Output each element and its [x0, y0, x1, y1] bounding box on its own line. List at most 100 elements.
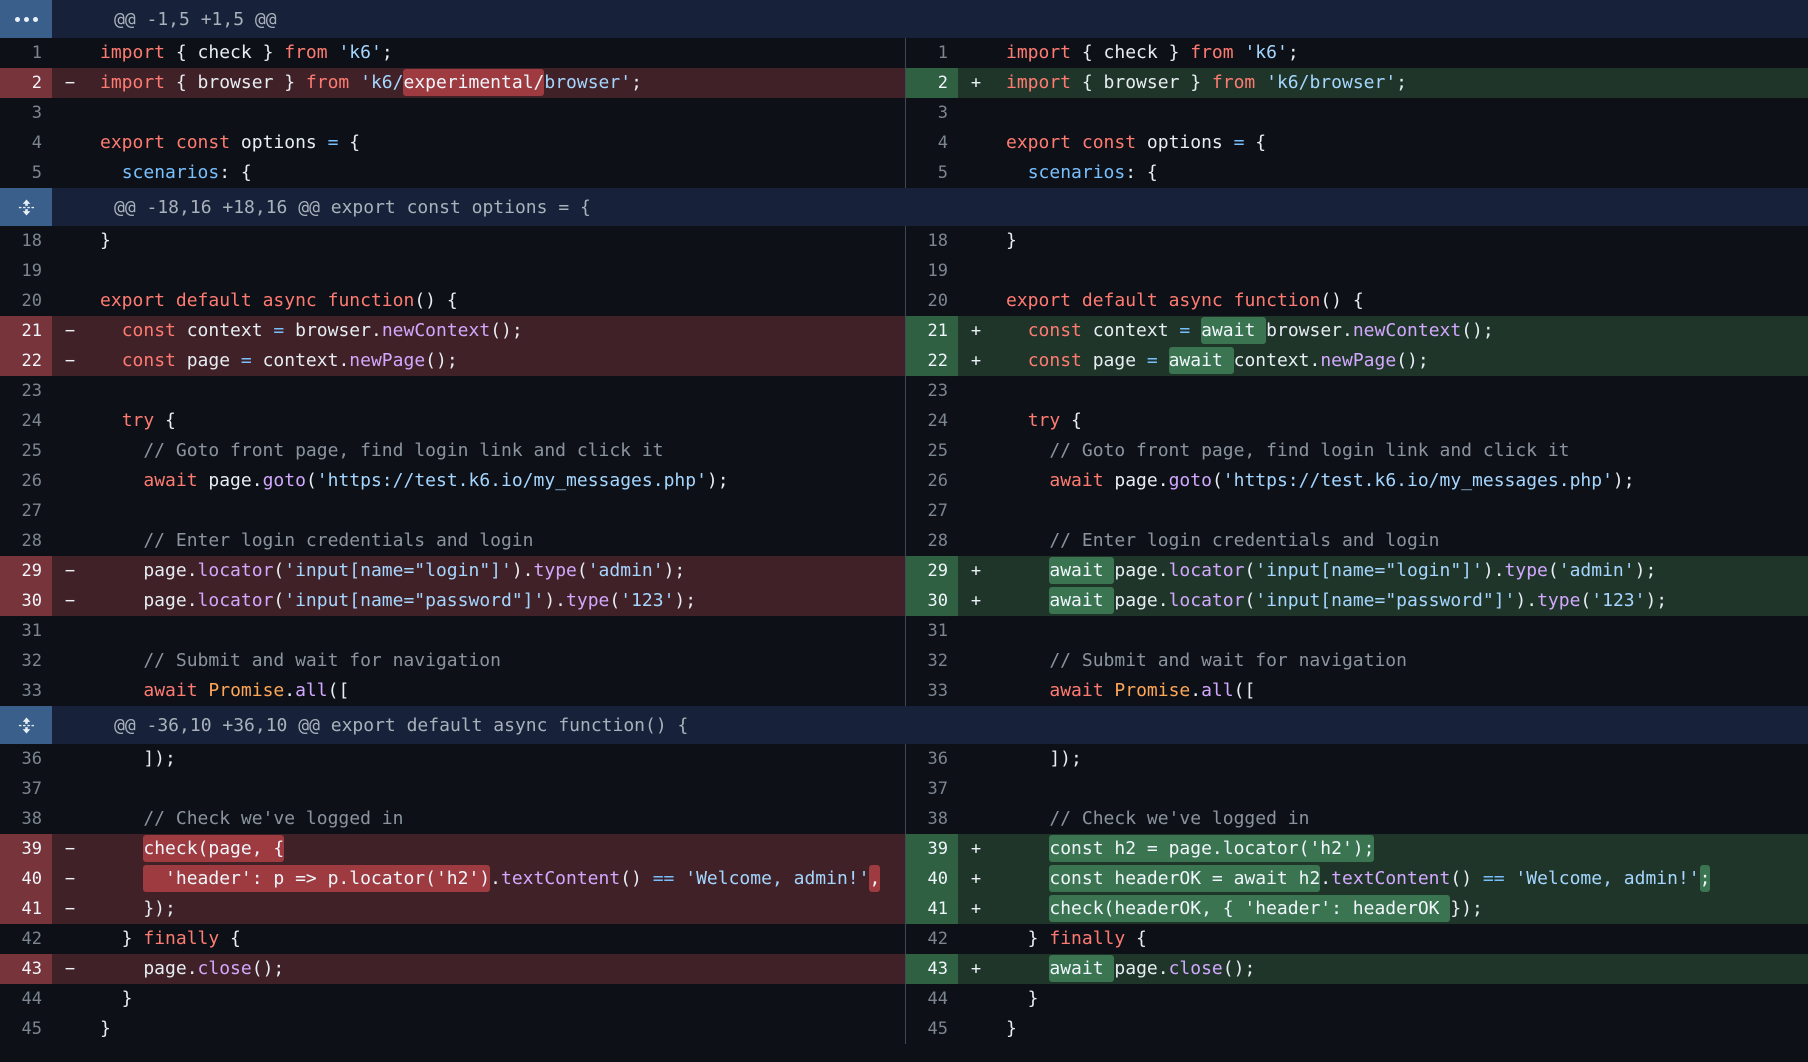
marker-spacer	[958, 616, 994, 646]
code-token	[1006, 680, 1049, 701]
line-number[interactable]: 41	[906, 894, 958, 924]
line-number[interactable]: 36	[0, 744, 52, 774]
line-number[interactable]: 37	[0, 774, 52, 804]
line-number[interactable]: 39	[906, 834, 958, 864]
line-number[interactable]: 23	[906, 376, 958, 406]
line-number[interactable]: 22	[0, 346, 52, 376]
line-number[interactable]: 24	[906, 406, 958, 436]
line-number[interactable]: 29	[0, 556, 52, 586]
expand-hunk-button[interactable]	[0, 0, 52, 38]
line-number[interactable]: 44	[906, 984, 958, 1014]
line-number[interactable]: 3	[0, 98, 52, 128]
code-line	[88, 774, 905, 804]
line-number[interactable]: 23	[0, 376, 52, 406]
marker-spacer	[958, 744, 994, 774]
line-number[interactable]: 5	[0, 158, 52, 188]
line-number[interactable]: 2	[906, 68, 958, 98]
line-number[interactable]: 25	[0, 436, 52, 466]
addition-marker: +	[958, 834, 994, 864]
line-number[interactable]: 21	[0, 316, 52, 346]
line-number[interactable]: 43	[0, 954, 52, 984]
line-number[interactable]: 19	[906, 256, 958, 286]
code-token: =	[328, 132, 339, 153]
addition-marker: +	[958, 894, 994, 924]
line-number[interactable]: 24	[0, 406, 52, 436]
line-number[interactable]: 45	[906, 1014, 958, 1044]
code-line: const context = browser.newContext();	[88, 316, 905, 346]
code-line: scenarios: {	[994, 158, 1808, 188]
new-code-half: 2+import { browser } from 'k6/browser';	[905, 68, 1808, 98]
line-number[interactable]: 28	[906, 526, 958, 556]
line-number[interactable]: 31	[0, 616, 52, 646]
line-number[interactable]: 27	[0, 496, 52, 526]
line-number[interactable]: 40	[906, 864, 958, 894]
line-number[interactable]: 30	[906, 586, 958, 616]
line-number[interactable]: 38	[906, 804, 958, 834]
marker-spacer	[958, 286, 994, 316]
line-number[interactable]: 30	[0, 586, 52, 616]
old-code-half: 4export const options = {	[0, 128, 905, 158]
code-line: try {	[88, 406, 905, 436]
line-number[interactable]: 33	[0, 676, 52, 706]
code-line: } finally {	[88, 924, 905, 954]
line-number[interactable]: 41	[0, 894, 52, 924]
line-number[interactable]: 32	[906, 646, 958, 676]
code-token: locator	[198, 560, 274, 581]
line-number[interactable]: 25	[906, 436, 958, 466]
line-number[interactable]: 2	[0, 68, 52, 98]
code-token: (	[577, 560, 588, 581]
line-number[interactable]: 1	[906, 38, 958, 68]
marker-spacer	[958, 1014, 994, 1044]
line-number[interactable]: 4	[0, 128, 52, 158]
line-number[interactable]: 20	[906, 286, 958, 316]
code-token: : {	[219, 162, 252, 183]
deletion-marker: −	[52, 954, 88, 984]
line-number[interactable]: 18	[0, 226, 52, 256]
line-number[interactable]: 45	[0, 1014, 52, 1044]
line-number[interactable]: 42	[0, 924, 52, 954]
line-number[interactable]: 42	[906, 924, 958, 954]
diff-row: 27 27	[0, 496, 1808, 526]
line-number[interactable]: 21	[906, 316, 958, 346]
line-number[interactable]: 5	[906, 158, 958, 188]
marker-spacer	[52, 436, 88, 466]
line-number[interactable]: 18	[906, 226, 958, 256]
new-code-half: 36 ]);	[905, 744, 1808, 774]
line-number[interactable]: 31	[906, 616, 958, 646]
expand-hunk-button[interactable]	[0, 706, 52, 744]
line-number[interactable]: 20	[0, 286, 52, 316]
line-number[interactable]: 36	[906, 744, 958, 774]
code-line: }	[994, 226, 1808, 256]
code-token: );	[1613, 470, 1635, 491]
code-token: type	[566, 590, 609, 611]
code-token: ();	[1223, 958, 1256, 979]
line-number[interactable]: 37	[906, 774, 958, 804]
line-number[interactable]: 27	[906, 496, 958, 526]
line-number[interactable]: 29	[906, 556, 958, 586]
line-number[interactable]: 44	[0, 984, 52, 1014]
line-number[interactable]: 26	[0, 466, 52, 496]
code-line: await page.goto('https://test.k6.io/my_m…	[994, 466, 1808, 496]
code-line	[88, 616, 905, 646]
code-line	[88, 376, 905, 406]
line-number[interactable]: 19	[0, 256, 52, 286]
line-number[interactable]: 39	[0, 834, 52, 864]
line-number[interactable]: 3	[906, 98, 958, 128]
line-number[interactable]: 38	[0, 804, 52, 834]
code-line: await page.close();	[994, 954, 1808, 984]
expand-hunk-button[interactable]	[0, 188, 52, 226]
line-number[interactable]: 1	[0, 38, 52, 68]
code-token: scenarios	[122, 162, 220, 183]
line-number[interactable]: 22	[906, 346, 958, 376]
line-number[interactable]: 43	[906, 954, 958, 984]
line-number[interactable]: 28	[0, 526, 52, 556]
new-code-half: 31	[905, 616, 1808, 646]
line-number[interactable]: 32	[0, 646, 52, 676]
marker-spacer	[958, 406, 994, 436]
line-number[interactable]: 4	[906, 128, 958, 158]
line-number[interactable]: 40	[0, 864, 52, 894]
line-number[interactable]: 33	[906, 676, 958, 706]
word-diff-highlight: await	[1169, 347, 1234, 374]
old-code-half: 37	[0, 774, 905, 804]
line-number[interactable]: 26	[906, 466, 958, 496]
